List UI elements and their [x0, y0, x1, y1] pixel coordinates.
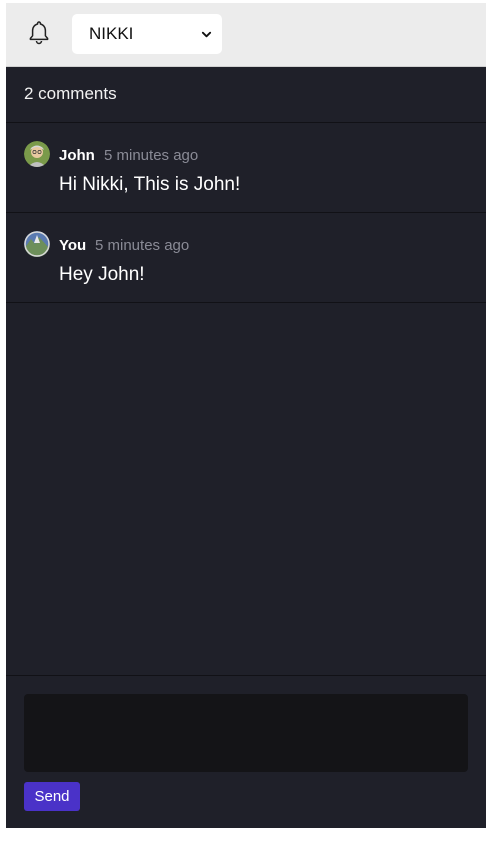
send-button[interactable]: Send — [24, 782, 80, 811]
user-select[interactable]: NIKKI — [72, 14, 222, 54]
comment-composer: Send — [6, 675, 486, 828]
chevron-down-icon — [201, 31, 212, 37]
comment-body: Hey John! — [59, 264, 145, 285]
avatar — [24, 141, 50, 167]
comment-author: You — [59, 237, 87, 254]
top-bar: NIKKI — [6, 3, 486, 67]
comment-input[interactable] — [24, 694, 468, 772]
comment-timestamp: 5 minutes ago — [95, 237, 190, 254]
comment-item: John 5 minutes ago Hi Nikki, This is Joh… — [6, 123, 486, 213]
avatar — [24, 231, 50, 257]
user-select-value: NIKKI — [89, 24, 134, 43]
comment-author: John — [59, 147, 95, 164]
comments-widget: NIKKI 2 comments John 5 minutes ago Hi N… — [6, 3, 486, 828]
comment-item: You 5 minutes ago Hey John! — [6, 213, 486, 303]
comment-count-bar: 2 comments — [6, 66, 486, 123]
comment-body: Hi Nikki, This is John! — [59, 174, 241, 195]
comment-timestamp: 5 minutes ago — [104, 147, 199, 164]
comment-count: 2 comments — [24, 84, 117, 103]
bell-icon[interactable] — [26, 19, 52, 45]
